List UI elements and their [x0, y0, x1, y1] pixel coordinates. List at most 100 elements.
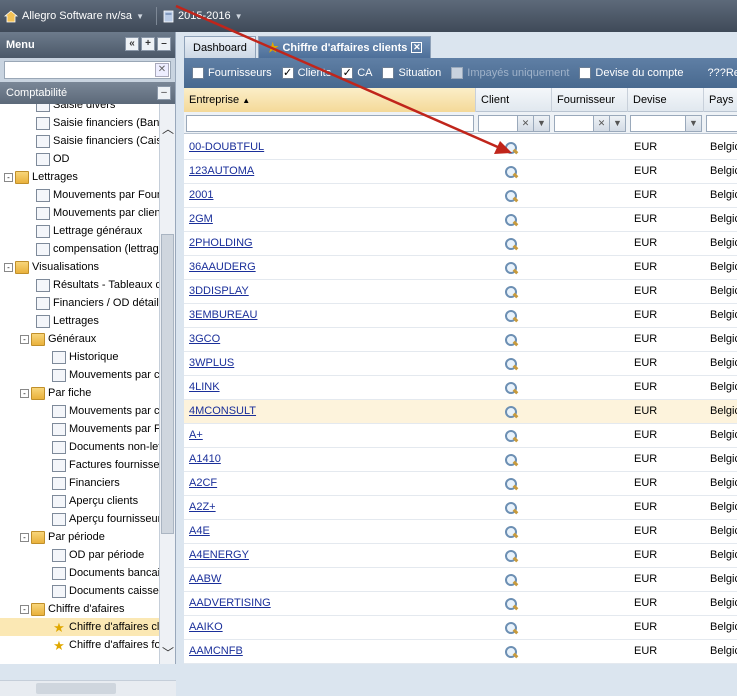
table-row[interactable]: 4LINK EUR Belgic — [184, 376, 737, 400]
table-row[interactable]: A2Z+ EUR Belgic — [184, 496, 737, 520]
scroll-thumb[interactable] — [161, 234, 174, 534]
collapse-icon[interactable]: - — [20, 388, 29, 398]
company-link[interactable]: AADVERTISING — [189, 592, 271, 616]
table-row[interactable]: A1410 EUR Belgic — [184, 448, 737, 472]
chevron-down-icon[interactable]: ▼ — [685, 116, 701, 131]
sidebar-item[interactable]: - Visualisations — [4, 258, 99, 276]
sidebar-item[interactable]: Aperçu clients — [52, 492, 138, 510]
table-row[interactable]: A4E EUR Belgic — [184, 520, 737, 544]
magnifier-icon[interactable] — [504, 285, 518, 299]
sidebar-item[interactable]: - Chiffre d'afaires — [20, 600, 125, 618]
client-filter-select[interactable]: ✕ ▼ — [478, 115, 550, 132]
table-row[interactable]: 3DDISPLAY EUR Belgic — [184, 280, 737, 304]
filter-checkbox[interactable]: Devise du compte — [579, 67, 683, 79]
sidebar-item[interactable]: compensation (lettrag — [36, 240, 159, 258]
close-icon[interactable]: ✕ — [411, 42, 423, 53]
company-link[interactable]: 36AAUDERG — [189, 256, 256, 280]
magnifier-icon[interactable] — [504, 549, 518, 563]
table-row[interactable]: 3GCO EUR Belgic — [184, 328, 737, 352]
company-link[interactable]: AABW — [189, 568, 221, 592]
filter-checkbox[interactable]: Situation — [382, 67, 441, 79]
collapse-all-icon[interactable]: « — [125, 37, 139, 51]
pays-filter-select[interactable] — [706, 115, 737, 132]
table-row[interactable]: 3EMBUREAU EUR Belgic — [184, 304, 737, 328]
sidebar-item[interactable]: Historique — [52, 348, 119, 366]
collapse-icon[interactable]: - — [20, 334, 29, 344]
filter-checkbox[interactable]: Fournisseurs — [192, 67, 272, 79]
sidebar-item[interactable]: ★ Chiffre d'affaires fo — [52, 636, 160, 654]
magnifier-icon[interactable] — [504, 381, 518, 395]
company-link[interactable]: A4ENERGY — [189, 544, 249, 568]
magnifier-icon[interactable] — [504, 645, 518, 659]
company-link[interactable]: 2PHOLDING — [189, 232, 253, 256]
table-row[interactable]: AABW EUR Belgic — [184, 568, 737, 592]
table-row[interactable]: AADVERTISING EUR Belgic — [184, 592, 737, 616]
magnifier-icon[interactable] — [504, 453, 518, 467]
sidebar-item[interactable]: Saisie divers — [36, 104, 115, 114]
menu-search-input[interactable] — [4, 61, 171, 79]
filter-checkbox[interactable]: ✓ Clients — [281, 67, 331, 79]
magnifier-icon[interactable] — [504, 501, 518, 515]
hscroll-thumb[interactable] — [36, 683, 116, 694]
sidebar-item[interactable]: Mouvements par Four — [36, 186, 160, 204]
table-row[interactable]: AAMCNFB EUR Belgic — [184, 640, 737, 664]
sidebar-item[interactable]: Financiers — [52, 474, 120, 492]
column-header-client[interactable]: Client — [476, 88, 552, 112]
collapse-icon[interactable]: - — [4, 262, 13, 272]
company-link[interactable]: 2001 — [189, 184, 213, 208]
fiscal-year-selector[interactable]: 2015-2016 ▼ — [163, 10, 243, 23]
tab-chiffre-affaires-clients[interactable]: ★ Chiffre d'affaires clients ✕ — [257, 36, 432, 58]
add-icon[interactable]: + — [141, 37, 155, 51]
company-link[interactable]: 3GCO — [189, 328, 220, 352]
magnifier-icon[interactable] — [504, 477, 518, 491]
magnifier-icon[interactable] — [504, 525, 518, 539]
company-link[interactable]: 2GM — [189, 208, 213, 232]
table-row[interactable]: 36AAUDERG EUR Belgic — [184, 256, 737, 280]
magnifier-icon[interactable] — [504, 333, 518, 347]
magnifier-icon[interactable] — [504, 309, 518, 323]
filter-checkbox[interactable]: ✓ CA — [341, 67, 372, 79]
magnifier-icon[interactable] — [504, 165, 518, 179]
sidebar-item[interactable]: Saisie financiers (Caiss — [36, 132, 160, 150]
column-header-pays[interactable]: Pays — [704, 88, 737, 112]
devise-filter-select[interactable]: ▼ — [630, 115, 702, 132]
table-row[interactable]: 123AUTOMA EUR Belgic — [184, 160, 737, 184]
magnifier-icon[interactable] — [504, 573, 518, 587]
magnifier-icon[interactable] — [504, 261, 518, 275]
company-link[interactable]: 3EMBUREAU — [189, 304, 257, 328]
table-row[interactable]: 4MCONSULT EUR Belgic — [184, 400, 737, 424]
table-row[interactable]: 3WPLUS EUR Belgic — [184, 352, 737, 376]
section-header[interactable]: Comptabilité – — [0, 82, 175, 104]
sidebar-item[interactable]: OD par période — [52, 546, 144, 564]
sidebar-item[interactable]: Mouvements par c — [52, 366, 159, 384]
sidebar-item[interactable]: - Généraux — [20, 330, 96, 348]
sidebar-item[interactable]: ★ Chiffre d'affaires cl — [0, 618, 160, 636]
sidebar-item[interactable]: Documents caisse — [52, 582, 159, 600]
sidebar-item[interactable]: Factures fournisse — [52, 456, 159, 474]
company-link[interactable]: 123AUTOMA — [189, 160, 254, 184]
company-link[interactable]: 3DDISPLAY — [189, 280, 249, 304]
chevron-down-icon[interactable]: ▼ — [533, 116, 549, 131]
table-row[interactable]: A+ EUR Belgic — [184, 424, 737, 448]
company-link[interactable]: AAMCNFB — [189, 640, 243, 664]
company-link[interactable]: A2CF — [189, 472, 217, 496]
company-link[interactable]: A4E — [189, 520, 210, 544]
sidebar-item[interactable]: - Par fiche — [20, 384, 91, 402]
column-header-fournisseur[interactable]: Fournisseur — [552, 88, 628, 112]
magnifier-icon[interactable] — [504, 405, 518, 419]
sidebar-item[interactable]: Résultats - Tableaux d — [36, 276, 160, 294]
company-link[interactable]: A1410 — [189, 448, 221, 472]
sidebar-item[interactable]: Financiers / OD détail — [36, 294, 159, 312]
sidebar-item[interactable]: - Par période — [20, 528, 105, 546]
sidebar-item[interactable]: OD — [36, 150, 70, 168]
table-row[interactable]: 2PHOLDING EUR Belgic — [184, 232, 737, 256]
magnifier-icon[interactable] — [504, 357, 518, 371]
magnifier-icon[interactable] — [504, 213, 518, 227]
column-header-devise[interactable]: Devise — [628, 88, 704, 112]
sidebar-item[interactable]: Mouvements par F — [52, 420, 160, 438]
company-link[interactable]: A+ — [189, 424, 203, 448]
clear-icon[interactable]: ✕ — [517, 116, 533, 131]
table-row[interactable]: A4ENERGY EUR Belgic — [184, 544, 737, 568]
company-link[interactable]: 4LINK — [189, 376, 220, 400]
sidebar-item[interactable]: - Lettrages — [4, 168, 78, 186]
